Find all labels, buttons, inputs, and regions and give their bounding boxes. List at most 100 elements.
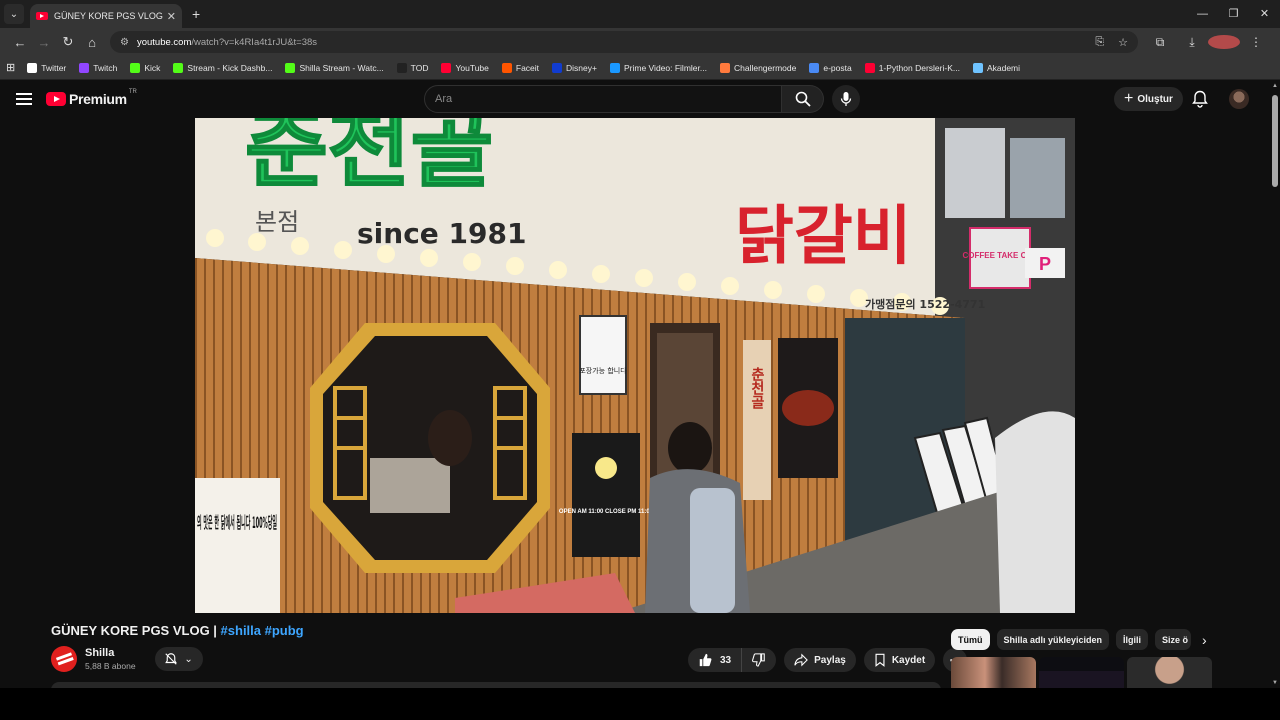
- bookmark-item[interactable]: Twitter: [27, 62, 67, 73]
- channel-avatar[interactable]: [51, 646, 77, 672]
- bookmark-item[interactable]: 1-Python Dersleri-K...: [864, 62, 960, 73]
- share-label: Paylaş: [814, 654, 846, 666]
- site-info-icon[interactable]: ⚙: [120, 37, 129, 48]
- related-video-thumbnail[interactable]: [1039, 657, 1124, 688]
- search-button[interactable]: [782, 85, 824, 113]
- video-title-main: GÜNEY KORE PGS VLOG |: [51, 623, 221, 638]
- takeout-sign-text: 포장가능 합니다: [579, 366, 627, 375]
- minimize-button[interactable]: —: [1187, 0, 1218, 28]
- back-button[interactable]: ←: [8, 35, 32, 50]
- bookmark-item[interactable]: Shilla Stream - Watc...: [285, 62, 384, 73]
- youtube-premium-logo[interactable]: Premium TR: [46, 89, 137, 107]
- scroll-down-arrow-icon[interactable]: ▼: [1270, 680, 1280, 686]
- dish-sign-text: 닭갈비: [735, 200, 912, 274]
- bookmark-favicon-icon: [27, 62, 38, 73]
- search-input[interactable]: Ara: [424, 85, 782, 113]
- bookmark-label: 1-Python Dersleri-K...: [878, 62, 960, 73]
- bookmark-item[interactable]: e-posta: [809, 62, 852, 73]
- channel-name[interactable]: Shilla: [85, 647, 136, 659]
- forward-button[interactable]: →: [32, 35, 56, 50]
- chip-related[interactable]: İlgili: [1116, 629, 1149, 650]
- url-path: /watch?v=k4RIa4t1rJU&t=38s: [191, 36, 318, 48]
- scroll-up-arrow-icon[interactable]: ▲: [1270, 83, 1280, 89]
- like-button[interactable]: 33: [688, 648, 743, 672]
- user-avatar[interactable]: [1229, 89, 1249, 109]
- related-video-thumbnail[interactable]: [951, 657, 1036, 688]
- bookmark-label: TOD: [410, 62, 429, 73]
- bookmark-item[interactable]: Prime Video: Filmler...: [609, 62, 707, 73]
- page-scrollbar[interactable]: ▲ ▼: [1270, 81, 1280, 688]
- close-window-button[interactable]: ✕: [1249, 0, 1280, 28]
- video-title-hashtags[interactable]: #shilla #pubg: [221, 623, 304, 638]
- install-app-icon[interactable]: ⎘: [1095, 36, 1104, 49]
- notifications-bell-icon[interactable]: [1192, 90, 1208, 113]
- bookmark-label: Challengermode: [733, 62, 797, 73]
- tab-close-icon[interactable]: ✕: [167, 10, 176, 23]
- bookmark-item[interactable]: Kick: [130, 62, 160, 73]
- video-player[interactable]: COFFEE TAKE OUT P 춘천골 본점 since 1981 닭갈비 …: [195, 118, 1075, 613]
- bookmark-star-icon[interactable]: ☆: [1118, 36, 1128, 49]
- bookmark-item[interactable]: Faceit: [501, 62, 540, 73]
- profile-icon[interactable]: [1208, 35, 1240, 50]
- dislike-button[interactable]: [742, 648, 777, 672]
- chip-for-you[interactable]: Size ö: [1155, 629, 1192, 650]
- bookmark-favicon-icon: [609, 62, 620, 73]
- save-button[interactable]: Kaydet: [863, 648, 936, 672]
- bookmark-item[interactable]: Twitch: [79, 62, 117, 73]
- svg-text:P: P: [1039, 254, 1051, 274]
- like-count: 33: [720, 654, 732, 666]
- tab-title: GÜNEY KORE PGS VLOG | #shil: [54, 11, 163, 21]
- reload-button[interactable]: ↻: [56, 34, 80, 50]
- youtube-header: Premium TR Ara + Oluştur: [0, 80, 1280, 118]
- scrollbar-thumb[interactable]: [1272, 95, 1278, 187]
- extensions-icon[interactable]: ⧉: [1144, 35, 1176, 50]
- menu-hamburger-icon[interactable]: [16, 90, 32, 108]
- url-host: youtube.com: [136, 36, 192, 48]
- bookmark-icon: [875, 653, 885, 667]
- bookmark-item[interactable]: TOD: [396, 62, 429, 73]
- channel-row: Shilla 5,88 B abone ⌄: [51, 646, 203, 672]
- voice-search-button[interactable]: [832, 85, 860, 113]
- bookmark-label: YouTube: [455, 62, 489, 73]
- related-video-thumbnails: [951, 657, 1212, 688]
- bookmark-item[interactable]: Akademi: [972, 62, 1020, 73]
- apps-grid-icon[interactable]: ⊞: [6, 61, 15, 74]
- chip-from-uploader[interactable]: Shilla adlı yükleyiciden: [996, 629, 1110, 650]
- bonjeom-sign-text: 본점: [255, 208, 299, 236]
- bookmark-item[interactable]: Stream - Kick Dashb...: [173, 62, 272, 73]
- browser-menu-icon[interactable]: ⋮: [1240, 35, 1272, 50]
- bookmark-item[interactable]: YouTube: [441, 62, 489, 73]
- restore-button[interactable]: ❐: [1218, 0, 1249, 28]
- bookmarks-bar: ⊞ Twitter Twitch Kick Stream - Kick Dashb..…: [0, 56, 1280, 80]
- bookmark-item[interactable]: Disney+: [552, 62, 597, 73]
- address-toolbar: ← → ↻ ⌂ ⚙ youtube.com/watch?v=k4RIa4t1rJ…: [0, 28, 1280, 56]
- save-label: Kaydet: [891, 654, 926, 666]
- hours-sign-text: OPEN AM 11:00 CLOSE PM 11:00: [559, 509, 654, 515]
- related-video-thumbnail[interactable]: [1127, 657, 1212, 688]
- bookmark-favicon-icon: [285, 62, 296, 73]
- chevron-right-icon[interactable]: ›: [1202, 632, 1207, 648]
- video-actions: 33 Paylaş Kaydet ⋯: [688, 648, 968, 672]
- download-icon[interactable]: ⤓: [1176, 35, 1208, 50]
- bookmark-favicon-icon: [130, 62, 141, 73]
- subscription-notify-button[interactable]: ⌄: [154, 647, 203, 671]
- new-tab-button[interactable]: +: [192, 6, 200, 22]
- tab-search-button[interactable]: ⌄: [4, 4, 24, 24]
- bookmark-item[interactable]: Challengermode: [719, 62, 797, 73]
- create-label: Oluştur: [1137, 93, 1173, 105]
- bookmark-favicon-icon: [441, 62, 452, 73]
- url-bar[interactable]: ⚙ youtube.com/watch?v=k4RIa4t1rJU&t=38s …: [110, 31, 1138, 53]
- bookmark-label: Twitter: [41, 62, 67, 73]
- share-button[interactable]: Paylaş: [784, 648, 856, 672]
- create-button[interactable]: + Oluştur: [1114, 87, 1183, 111]
- brand-sign-text: 춘천골: [245, 118, 493, 200]
- home-button[interactable]: ⌂: [80, 35, 104, 50]
- bookmark-label: Faceit: [515, 62, 540, 73]
- thumbs-up-icon: [699, 653, 712, 667]
- phone-sign-text: 가맹점문의 1522-4771: [865, 297, 985, 311]
- browser-tab-active[interactable]: GÜNEY KORE PGS VLOG | #shil ✕: [30, 4, 182, 28]
- bookmark-favicon-icon: [501, 62, 512, 73]
- chip-all[interactable]: Tümü: [951, 629, 990, 650]
- chevron-down-icon: ⌄: [184, 653, 193, 665]
- logo-text: Premium: [69, 91, 127, 107]
